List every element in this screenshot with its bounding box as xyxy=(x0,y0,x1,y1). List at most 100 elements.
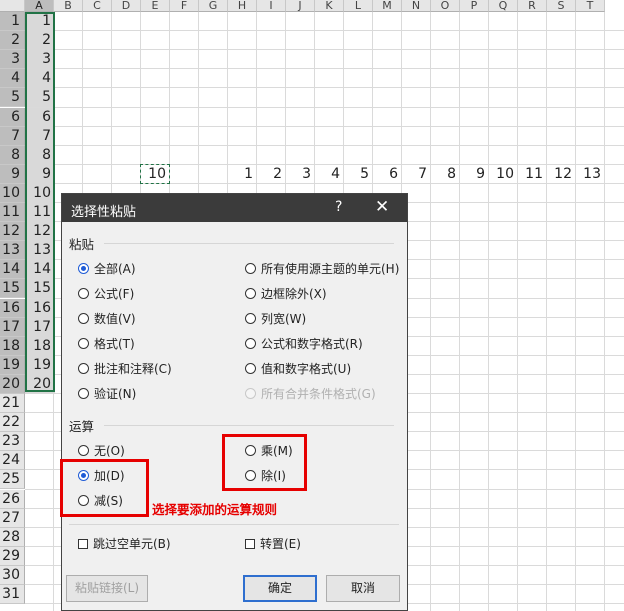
column-header-l[interactable]: L xyxy=(344,0,373,12)
cell-a12[interactable]: 12 xyxy=(25,222,55,242)
row-header-7[interactable]: 7 xyxy=(0,126,25,146)
paste-link-button[interactable]: 粘贴链接(L) xyxy=(66,575,148,602)
row-header-20[interactable]: 20 xyxy=(0,374,25,394)
row-header-1[interactable]: 1 xyxy=(0,12,25,31)
column-header-n[interactable]: N xyxy=(402,0,431,12)
column-header-k[interactable]: K xyxy=(315,0,344,12)
row-header-11[interactable]: 11 xyxy=(0,203,25,222)
close-icon[interactable]: ✕ xyxy=(375,197,389,217)
row-header-17[interactable]: 17 xyxy=(0,317,25,337)
cell-a14[interactable]: 14 xyxy=(25,260,55,280)
cell-row9-k[interactable]: 4 xyxy=(315,165,344,184)
column-header-j[interactable]: J xyxy=(286,0,315,12)
paste-right-option-1[interactable]: 边框除外(X) xyxy=(245,285,327,303)
row-header-25[interactable]: 25 xyxy=(0,470,25,490)
column-header-b[interactable]: B xyxy=(54,0,83,12)
cell-row9-i[interactable]: 2 xyxy=(257,165,286,184)
cell-row9-o[interactable]: 8 xyxy=(431,165,460,184)
paste-right-option-3[interactable]: 公式和数字格式(R) xyxy=(245,335,363,353)
help-icon[interactable]: ? xyxy=(335,199,342,215)
paste-left-option-0[interactable]: 全部(A) xyxy=(78,260,136,278)
cell-a18[interactable]: 18 xyxy=(25,336,55,356)
paste-left-option-5[interactable]: 验证(N) xyxy=(78,385,136,403)
transpose-checkbox[interactable]: 转置(E) xyxy=(245,535,301,553)
column-header-t[interactable]: T xyxy=(576,0,605,12)
cell-a1[interactable]: 1 xyxy=(25,12,55,31)
cell-a13[interactable]: 13 xyxy=(25,241,55,261)
cell-row9-r[interactable]: 11 xyxy=(518,165,547,184)
cell-a5[interactable]: 5 xyxy=(25,88,55,108)
cell-a20[interactable]: 20 xyxy=(25,374,55,394)
ok-button[interactable]: 确定 xyxy=(243,575,317,602)
row-header-24[interactable]: 24 xyxy=(0,451,25,471)
row-header-10[interactable]: 10 xyxy=(0,183,25,203)
cancel-button[interactable]: 取消 xyxy=(326,575,400,602)
row-header-6[interactable]: 6 xyxy=(0,107,25,127)
cell-row9-n[interactable]: 7 xyxy=(402,165,431,184)
paste-left-option-2[interactable]: 数值(V) xyxy=(78,310,136,328)
column-header-g[interactable]: G xyxy=(199,0,228,12)
row-header-8[interactable]: 8 xyxy=(0,145,25,165)
row-header-29[interactable]: 29 xyxy=(0,546,25,566)
cell-row9-h[interactable]: 1 xyxy=(228,165,257,184)
cell-row9-t[interactable]: 13 xyxy=(576,165,605,184)
cell-a2[interactable]: 2 xyxy=(25,31,55,51)
column-header-a[interactable]: A xyxy=(25,0,54,12)
cell-a3[interactable]: 3 xyxy=(25,50,55,70)
row-header-27[interactable]: 27 xyxy=(0,508,25,528)
row-header-26[interactable]: 26 xyxy=(0,489,25,509)
row-header-22[interactable]: 22 xyxy=(0,413,25,433)
paste-right-option-2[interactable]: 列宽(W) xyxy=(245,310,306,328)
paste-left-option-1[interactable]: 公式(F) xyxy=(78,285,134,303)
paste-right-option-0[interactable]: 所有使用源主题的单元(H) xyxy=(245,260,399,278)
row-header-13[interactable]: 13 xyxy=(0,241,25,261)
column-header-d[interactable]: D xyxy=(112,0,141,12)
row-header-2[interactable]: 2 xyxy=(0,31,25,51)
op-none-radio[interactable]: 无(O) xyxy=(78,442,125,460)
cell-a15[interactable]: 15 xyxy=(25,279,55,299)
cell-row9-m[interactable]: 6 xyxy=(373,165,402,184)
row-header-31[interactable]: 31 xyxy=(0,585,25,604)
column-header-o[interactable]: O xyxy=(431,0,460,12)
cell-a8[interactable]: 8 xyxy=(25,145,55,165)
row-header-30[interactable]: 30 xyxy=(0,565,25,585)
row-header-19[interactable]: 19 xyxy=(0,355,25,375)
row-header-5[interactable]: 5 xyxy=(0,88,25,108)
row-header-16[interactable]: 16 xyxy=(0,298,25,318)
cell-a9[interactable]: 9 xyxy=(25,164,55,184)
cell-row9-l[interactable]: 5 xyxy=(344,165,373,184)
column-header-f[interactable]: F xyxy=(170,0,199,12)
column-header-i[interactable]: I xyxy=(257,0,286,12)
cell-a4[interactable]: 4 xyxy=(25,69,55,89)
cell-row9-p[interactable]: 9 xyxy=(460,165,489,184)
column-header-s[interactable]: S xyxy=(547,0,576,12)
select-all-corner[interactable] xyxy=(0,0,25,12)
cell-a6[interactable]: 6 xyxy=(25,107,55,127)
cell-a10[interactable]: 10 xyxy=(25,183,55,203)
cell-a16[interactable]: 16 xyxy=(25,298,55,318)
paste-left-option-4[interactable]: 批注和注释(C) xyxy=(78,360,172,378)
row-header-3[interactable]: 3 xyxy=(0,50,25,70)
dialog-titlebar[interactable]: 选择性粘贴 ? ✕ xyxy=(62,194,407,222)
cell-a7[interactable]: 7 xyxy=(25,126,55,146)
column-header-c[interactable]: C xyxy=(83,0,112,12)
paste-right-option-4[interactable]: 值和数字格式(U) xyxy=(245,360,351,378)
cell-row9-j[interactable]: 3 xyxy=(286,165,315,184)
column-header-h[interactable]: H xyxy=(228,0,257,12)
column-header-r[interactable]: R xyxy=(518,0,547,12)
cell-row9-q[interactable]: 10 xyxy=(489,165,518,184)
column-header-q[interactable]: Q xyxy=(489,0,518,12)
row-header-12[interactable]: 12 xyxy=(0,222,25,242)
row-header-28[interactable]: 28 xyxy=(0,527,25,547)
row-header-15[interactable]: 15 xyxy=(0,279,25,299)
row-header-4[interactable]: 4 xyxy=(0,69,25,89)
row-header-21[interactable]: 21 xyxy=(0,394,25,413)
cell-row9-s[interactable]: 12 xyxy=(547,165,576,184)
paste-left-option-3[interactable]: 格式(T) xyxy=(78,335,135,353)
row-header-23[interactable]: 23 xyxy=(0,432,25,452)
row-header-14[interactable]: 14 xyxy=(0,260,25,280)
column-header-e[interactable]: E xyxy=(141,0,170,12)
cell-a11[interactable]: 11 xyxy=(25,203,55,222)
skip-blanks-checkbox[interactable]: 跳过空单元(B) xyxy=(78,535,171,553)
row-header-9[interactable]: 9 xyxy=(0,164,25,184)
